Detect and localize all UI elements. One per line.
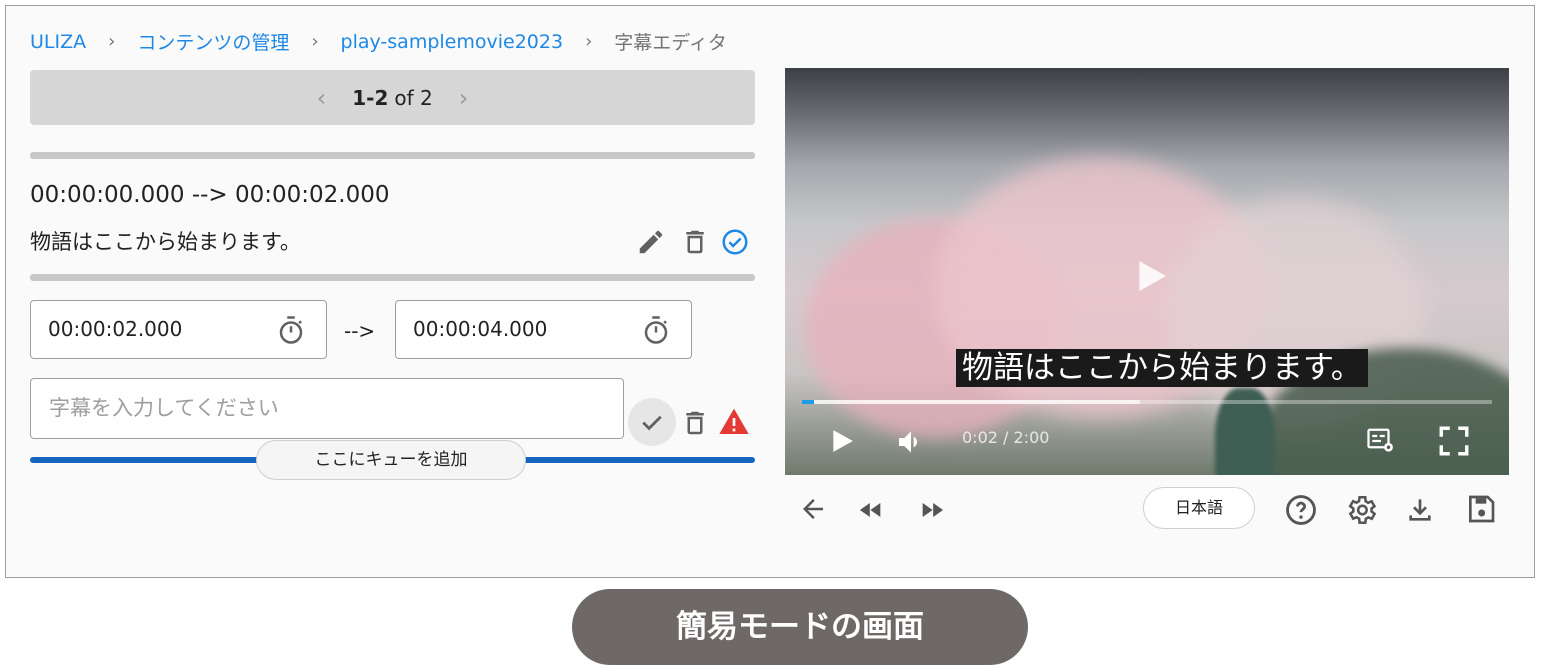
progress-buffer bbox=[802, 400, 1140, 404]
pagination: ‹ 1-2 of 2 › bbox=[30, 70, 755, 125]
video-caption: 物語はここから始まります。 bbox=[956, 349, 1368, 387]
cue-timecode: 00:00:00.000 --> 00:00:02.000 bbox=[30, 182, 390, 208]
start-time-field[interactable]: 00:00:02.000 bbox=[30, 300, 327, 359]
pencil-icon[interactable] bbox=[636, 227, 666, 257]
progress-fill bbox=[802, 400, 814, 404]
start-time-value: 00:00:02.000 bbox=[48, 317, 183, 341]
cue-text: 物語はここから始まります。 bbox=[30, 230, 301, 254]
video-time: 0:02 / 2:00 bbox=[962, 428, 1050, 447]
download-icon[interactable] bbox=[1404, 494, 1436, 526]
back-arrow-icon[interactable] bbox=[798, 494, 828, 524]
mode-label: 簡易モードの画面 bbox=[572, 589, 1028, 665]
time-arrow: --> bbox=[344, 319, 376, 343]
fast-forward-icon[interactable] bbox=[918, 496, 946, 524]
end-time-value: 00:00:04.000 bbox=[413, 317, 548, 341]
timer-icon[interactable] bbox=[276, 315, 306, 345]
editor-frame: ULIZA › コンテンツの管理 › play-samplemovie2023 … bbox=[5, 5, 1535, 578]
breadcrumb-separator: › bbox=[585, 31, 593, 52]
prev-page-icon[interactable]: ‹ bbox=[317, 86, 327, 110]
trash-icon[interactable] bbox=[680, 408, 710, 438]
cue-divider bbox=[30, 274, 755, 281]
subtitle-input[interactable]: 字幕を入力してください bbox=[30, 378, 624, 439]
breadcrumb-separator: › bbox=[311, 31, 319, 52]
breadcrumb-movie[interactable]: play-samplemovie2023 bbox=[341, 31, 564, 53]
breadcrumb-contents[interactable]: コンテンツの管理 bbox=[137, 28, 289, 55]
big-play-icon[interactable] bbox=[1131, 256, 1171, 296]
help-icon[interactable] bbox=[1284, 493, 1318, 527]
play-icon[interactable] bbox=[829, 428, 855, 454]
add-cue-button[interactable]: ここにキューを追加 bbox=[256, 440, 526, 480]
gear-icon[interactable] bbox=[1344, 493, 1378, 527]
check-circle-icon[interactable] bbox=[720, 227, 750, 257]
page-total: of 2 bbox=[394, 85, 433, 110]
breadcrumb-uliza[interactable]: ULIZA bbox=[30, 31, 86, 53]
end-time-field[interactable]: 00:00:04.000 bbox=[395, 300, 692, 359]
fullscreen-icon[interactable] bbox=[1437, 424, 1471, 458]
timer-icon[interactable] bbox=[641, 315, 671, 345]
video-player[interactable]: 物語はここから始まります。 0:02 / 2:00 bbox=[785, 68, 1509, 475]
subtitle-settings-icon[interactable] bbox=[1365, 426, 1397, 456]
trash-icon[interactable] bbox=[680, 227, 710, 257]
language-button[interactable]: 日本語 bbox=[1143, 487, 1255, 529]
page-range: 1-2 bbox=[352, 85, 389, 110]
warning-icon bbox=[719, 408, 749, 434]
breadcrumb-current: 字幕エディタ bbox=[614, 32, 727, 54]
cue-divider bbox=[30, 152, 755, 159]
confirm-button[interactable] bbox=[628, 398, 676, 446]
next-page-icon[interactable]: › bbox=[459, 86, 469, 110]
check-icon bbox=[642, 415, 662, 431]
volume-icon[interactable] bbox=[895, 426, 927, 458]
breadcrumb-separator: › bbox=[108, 31, 116, 52]
save-icon[interactable] bbox=[1465, 493, 1497, 525]
breadcrumb: ULIZA › コンテンツの管理 › play-samplemovie2023 … bbox=[30, 28, 727, 55]
rewind-icon[interactable] bbox=[857, 496, 885, 524]
